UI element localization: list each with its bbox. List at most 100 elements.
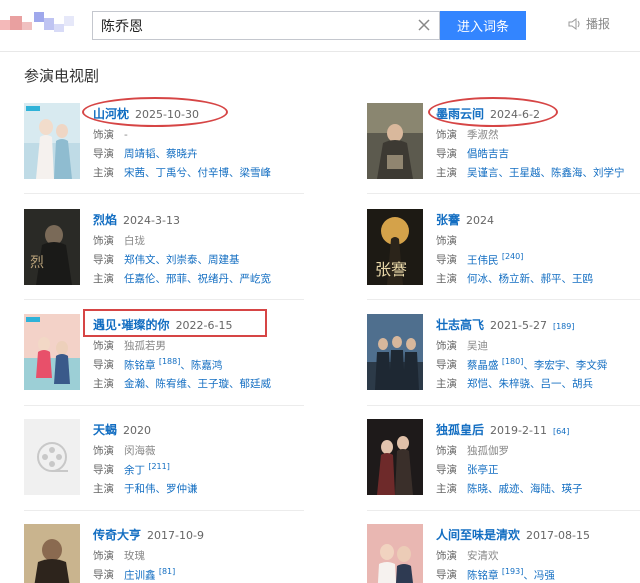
drama-title[interactable]: 烈焰 [93, 211, 117, 228]
cast-links[interactable]: 于和伟、罗仲谦 [124, 481, 198, 496]
drama-title[interactable]: 山河枕 [93, 105, 129, 122]
director-links[interactable]: 王伟民 [467, 254, 499, 266]
poster-image[interactable] [24, 314, 80, 390]
drama-title[interactable]: 人间至味是清欢 [436, 526, 520, 543]
citation-sup[interactable]: [81] [159, 567, 175, 576]
role-value: 季淑然 [467, 129, 499, 141]
poster-image[interactable] [367, 419, 423, 495]
search-input[interactable] [93, 12, 403, 39]
cast-label: 主演 [93, 273, 114, 285]
director-links[interactable]: 周靖韬、蔡晓卉 [124, 146, 198, 161]
citation-sup[interactable]: [189] [553, 322, 575, 331]
drama-title[interactable]: 传奇大亨 [93, 526, 141, 543]
poster-image[interactable]: 烈 [24, 209, 80, 285]
divider [367, 510, 640, 511]
search-box[interactable] [92, 11, 440, 40]
divider [24, 299, 304, 300]
director-label: 导演 [93, 359, 114, 371]
poster-image[interactable] [367, 314, 423, 390]
director-label: 导演 [93, 569, 114, 581]
director-links-more[interactable]: 、陈嘉鸿 [180, 359, 222, 371]
citation-sup[interactable]: [188] [159, 357, 181, 366]
speak-button[interactable]: 播报 [568, 15, 610, 32]
cast-links[interactable]: 郑恺、朱梓骁、吕一、胡兵 [467, 376, 593, 391]
cast-links[interactable]: 宋茜、丁禹兮、付辛博、梁雪峰 [124, 165, 271, 180]
release-date: 2017-10-9 [147, 529, 204, 542]
director-links[interactable]: 庄训鑫 [124, 569, 156, 581]
poster-image[interactable] [24, 419, 80, 495]
enter-entry-button[interactable]: 进入词条 [440, 11, 526, 40]
poster-image[interactable] [367, 103, 423, 179]
cast-label: 主演 [93, 167, 114, 179]
director-links-more[interactable]: 、李宏宇、李文舜 [523, 359, 607, 371]
drama-item: 墨雨云间 2024-6-2 饰演 季淑然 导演 倡皓吉吉 主演 吴谨言、王星越、陈鑫海、… [367, 103, 640, 189]
role-label: 饰演 [436, 129, 457, 141]
drama-title[interactable]: 天蝎 [93, 421, 117, 438]
release-date: 2022-6-15 [175, 319, 233, 332]
role-value: 独孤若男 [124, 340, 166, 352]
director-links[interactable]: 陈铭章 [124, 359, 156, 371]
role-label: 饰演 [436, 550, 457, 562]
director-label: 导演 [436, 359, 457, 371]
release-date: 2019-2-11 [490, 424, 547, 437]
drama-item: 山河枕 2025-10-30 饰演 - 导演 周靖韬、蔡晓卉 主演 宋茜、丁禹兮、付辛博… [24, 103, 314, 189]
role-value: 安清欢 [467, 550, 499, 562]
director-label: 导演 [436, 148, 457, 160]
role-value: 独孤伽罗 [467, 445, 509, 457]
citation-sup[interactable]: [240] [502, 252, 524, 261]
speaker-icon [568, 17, 580, 30]
release-date: 2024-6-2 [490, 108, 540, 121]
svg-text:烈: 烈 [30, 255, 44, 271]
poster-image[interactable] [24, 524, 80, 583]
poster-image[interactable] [24, 103, 80, 179]
drama-title[interactable]: 墨雨云间 [436, 105, 484, 122]
cast-links[interactable]: 陈晓、戚迹、海陆、瑛子 [467, 481, 583, 496]
citation-sup[interactable]: [193] [502, 567, 524, 576]
director-links-more[interactable]: 、冯强 [523, 569, 555, 581]
role-label: 饰演 [93, 445, 114, 457]
drama-title[interactable]: 张謇 [436, 211, 460, 228]
citation-sup[interactable]: [64] [553, 427, 569, 436]
drama-item: 遇见·璀璨的你 2022-6-15 饰演 独孤若男 导演 陈铭章 [188]、陈嘉鸿 … [24, 314, 314, 400]
director-links[interactable]: 张亭正 [467, 462, 499, 477]
section-title: 参演电视剧 [24, 67, 100, 85]
drama-item: 传奇大亨 2017-10-9 饰演 玫瑰 导演 庄训鑫 [81] [24, 524, 314, 583]
role-value: - [124, 128, 128, 141]
role-label: 饰演 [436, 445, 457, 457]
poster-image[interactable] [367, 524, 423, 583]
director-label: 导演 [93, 464, 114, 476]
drama-item: 人间至味是清欢 2017-08-15 饰演 安清欢 导演 陈铭章 [193]、冯强 [367, 524, 640, 583]
director-links[interactable]: 郑伟文、刘崇泰、周建基 [124, 252, 240, 267]
cast-links[interactable]: 何冰、杨立新、郝平、王鸥 [467, 271, 593, 286]
role-label: 饰演 [93, 550, 114, 562]
cast-links[interactable]: 任嘉伦、邢菲、祝绪丹、严屹宽 [124, 271, 271, 286]
director-links[interactable]: 陈铭章 [467, 569, 499, 581]
cast-label: 主演 [436, 378, 457, 390]
cast-links[interactable]: 吴谨言、王星越、陈鑫海、刘学宁 [467, 165, 625, 180]
divider [24, 193, 304, 194]
release-date: 2020 [123, 424, 152, 437]
drama-title[interactable]: 遇见·璀璨的你 [93, 316, 170, 333]
speak-label: 播报 [586, 17, 611, 31]
divider [367, 405, 640, 406]
director-links[interactable]: 倡皓吉吉 [467, 146, 509, 161]
role-value: 吴迪 [467, 340, 488, 352]
drama-title[interactable]: 独孤皇后 [436, 421, 484, 438]
role-value: 闵海薇 [124, 445, 156, 457]
logo[interactable] [0, 12, 78, 36]
divider [367, 299, 640, 300]
citation-sup[interactable]: [211] [148, 462, 170, 471]
close-icon[interactable] [417, 18, 431, 32]
director-links[interactable]: 余丁 [124, 464, 145, 476]
drama-item: 张謇 张謇 2024 饰演 导演 王伟民 [240] 主演 何冰、杨立新、郝平、王鸥 [367, 209, 640, 295]
role-value: 白珑 [124, 235, 145, 247]
film-reel-icon [24, 419, 80, 495]
drama-item: 烈 烈焰 2024-3-13 饰演 白珑 导演 郑伟文、刘崇泰、周建基 主演 任嘉伦、邢… [24, 209, 314, 295]
citation-sup[interactable]: [180] [502, 357, 524, 366]
cast-links[interactable]: 金瀚、陈宥维、王子璇、郁廷威 [124, 376, 271, 391]
poster-image[interactable]: 张謇 [367, 209, 423, 285]
cast-label: 主演 [436, 483, 457, 495]
drama-title[interactable]: 壮志高飞 [436, 316, 484, 333]
director-label: 导演 [436, 569, 457, 581]
director-links[interactable]: 蔡晶盛 [467, 359, 499, 371]
